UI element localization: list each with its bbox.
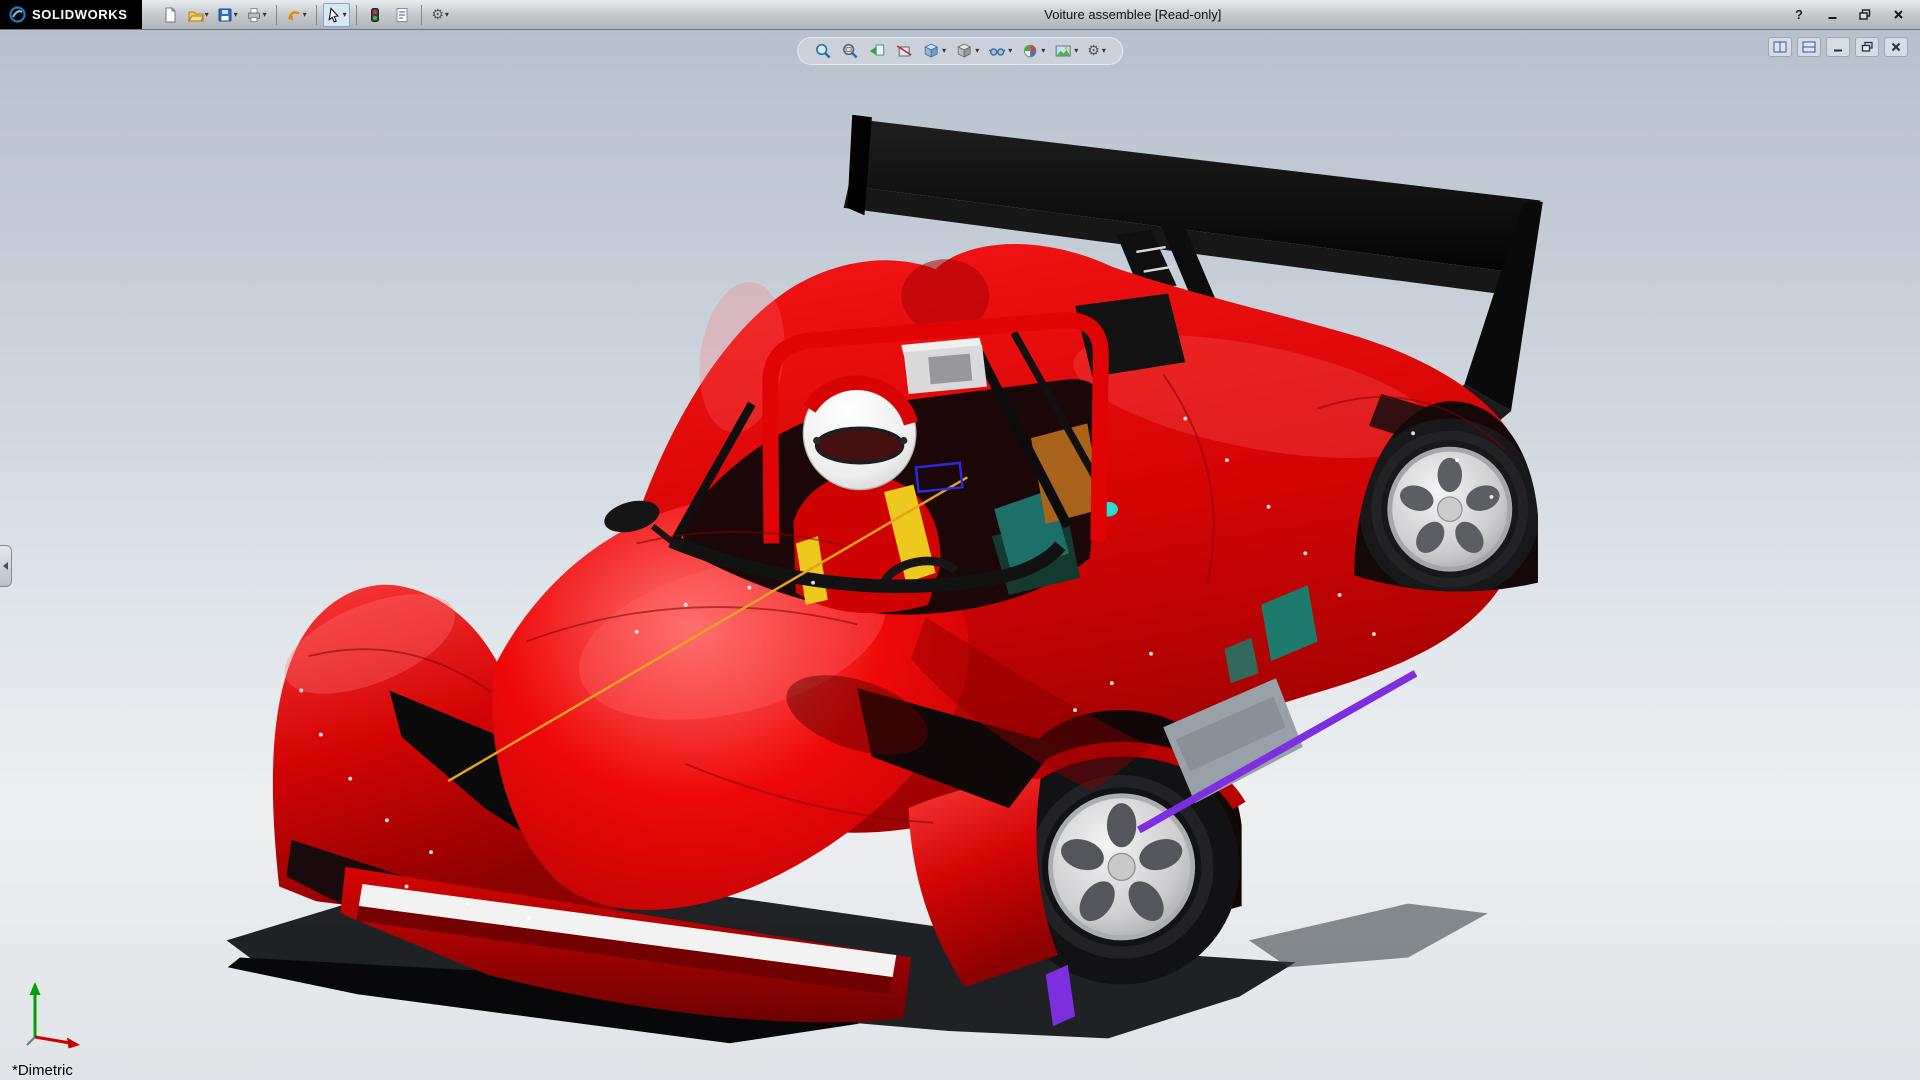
help-button[interactable]: ? — [1787, 5, 1811, 25]
y-axis-arrow — [30, 982, 41, 995]
pane-vertical-split-icon — [1773, 41, 1787, 53]
minimize-document-icon — [1832, 41, 1844, 53]
zoom-to-area-icon — [841, 42, 859, 60]
print-icon — [246, 7, 262, 23]
options-gear-icon: ⚙ — [431, 7, 444, 23]
view-settings-caret[interactable]: ▾ — [1102, 47, 1106, 55]
viewport-pane-toggle-2-button[interactable] — [1797, 37, 1821, 57]
print-button[interactable]: ▾ — [243, 3, 270, 27]
pane-horizontal-split-icon — [1802, 41, 1816, 53]
rebuild-button[interactable] — [363, 3, 388, 27]
section-view-button[interactable] — [893, 41, 915, 61]
toolbar-separator — [421, 5, 422, 25]
edit-appearance-button[interactable]: ▾ — [1019, 41, 1047, 61]
restore-document-icon — [1861, 41, 1874, 53]
dassault-systemes-icon — [9, 6, 26, 23]
toolbar-separator — [316, 5, 317, 25]
brand-text: SOLIDWORKS — [32, 7, 128, 22]
options-button[interactable]: ⚙ ▾ — [428, 3, 453, 27]
main-toolbar: ▾ ▾ ▾ ▾ — [158, 3, 453, 27]
previous-view-button[interactable] — [866, 41, 888, 61]
model-scene[interactable] — [0, 29, 1920, 1080]
view-orientation-caret[interactable]: ▾ — [942, 47, 946, 55]
titlebar: SOLIDWORKS ▾ ▾ — [0, 0, 1920, 30]
display-style-cube-icon — [955, 42, 973, 60]
close-icon — [1893, 9, 1904, 20]
print-dropdown-caret[interactable]: ▾ — [263, 11, 267, 19]
hide-show-glasses-icon — [988, 42, 1006, 60]
save-button[interactable]: ▾ — [214, 3, 241, 27]
x-axis-arrow — [67, 1038, 80, 1049]
zoom-to-fit-icon — [814, 42, 832, 60]
apply-scene-caret[interactable]: ▾ — [1074, 47, 1078, 55]
display-style-button[interactable]: ▾ — [953, 41, 981, 61]
hide-show-items-caret[interactable]: ▾ — [1008, 47, 1012, 55]
panel-expand-tab[interactable] — [0, 545, 12, 587]
collapse-arrow-icon — [3, 562, 8, 570]
toolbar-separator — [276, 5, 277, 25]
graphics-viewport[interactable]: ▾ ▾ ▾ — [0, 29, 1920, 1080]
appearance-ball-icon — [1021, 42, 1039, 60]
apply-scene-button[interactable]: ▾ — [1052, 41, 1080, 61]
minimize-icon — [1827, 9, 1838, 20]
reference-triad — [22, 979, 88, 1053]
restore-document-button[interactable] — [1855, 37, 1879, 57]
hide-show-items-button[interactable]: ▾ — [986, 41, 1014, 61]
view-settings-button[interactable]: ⚙ ▾ — [1085, 42, 1108, 60]
view-orientation-button[interactable]: ▾ — [920, 41, 948, 61]
select-dropdown-caret[interactable]: ▾ — [343, 11, 347, 19]
rebuild-traffic-light-icon — [367, 7, 383, 23]
restore-icon — [1859, 9, 1871, 20]
save-floppy-icon — [217, 7, 233, 23]
select-cursor-icon — [326, 7, 342, 23]
restore-window-button[interactable] — [1853, 5, 1877, 25]
undo-button[interactable]: ▾ — [283, 3, 310, 27]
previous-view-icon — [868, 42, 886, 60]
undo-dropdown-caret[interactable]: ▾ — [303, 11, 307, 19]
rear-view-mirror — [901, 338, 987, 394]
undo-arrow-icon — [286, 7, 302, 23]
new-document-icon — [162, 7, 178, 23]
options-dropdown-caret[interactable]: ▾ — [445, 11, 449, 19]
helmet-visor — [817, 428, 903, 462]
view-orientation-label: *Dimetric — [12, 1062, 73, 1079]
heads-up-view-toolbar: ▾ ▾ ▾ — [797, 37, 1123, 65]
display-style-caret[interactable]: ▾ — [975, 47, 979, 55]
document-window-controls — [1768, 37, 1908, 57]
minimize-window-button[interactable] — [1820, 5, 1844, 25]
section-view-icon — [895, 42, 913, 60]
edit-appearance-caret[interactable]: ▾ — [1041, 47, 1045, 55]
select-button[interactable]: ▾ — [323, 3, 350, 27]
zoom-to-fit-button[interactable] — [812, 41, 834, 61]
open-button[interactable]: ▾ — [185, 3, 212, 27]
close-window-button[interactable] — [1886, 5, 1910, 25]
window-title: Voiture assemblee [Read-only] — [1044, 0, 1221, 29]
file-properties-button[interactable] — [390, 3, 415, 27]
window-controls: ? — [1787, 0, 1910, 29]
minimize-document-button[interactable] — [1826, 37, 1850, 57]
view-settings-gear-icon: ⚙ — [1087, 43, 1100, 59]
file-properties-icon — [394, 7, 410, 23]
scene-picture-icon — [1054, 42, 1072, 60]
close-document-icon — [1890, 41, 1902, 53]
viewport-pane-toggle-1-button[interactable] — [1768, 37, 1792, 57]
view-orientation-cube-icon — [922, 42, 940, 60]
open-folder-icon — [188, 7, 204, 23]
z-axis-stub — [27, 1037, 35, 1045]
new-document-button[interactable] — [158, 3, 183, 27]
save-dropdown-caret[interactable]: ▾ — [234, 11, 238, 19]
toolbar-separator — [356, 5, 357, 25]
zoom-to-area-button[interactable] — [839, 41, 861, 61]
solidworks-logo: SOLIDWORKS — [0, 0, 142, 29]
close-document-button[interactable] — [1884, 37, 1908, 57]
open-dropdown-caret[interactable]: ▾ — [205, 11, 209, 19]
